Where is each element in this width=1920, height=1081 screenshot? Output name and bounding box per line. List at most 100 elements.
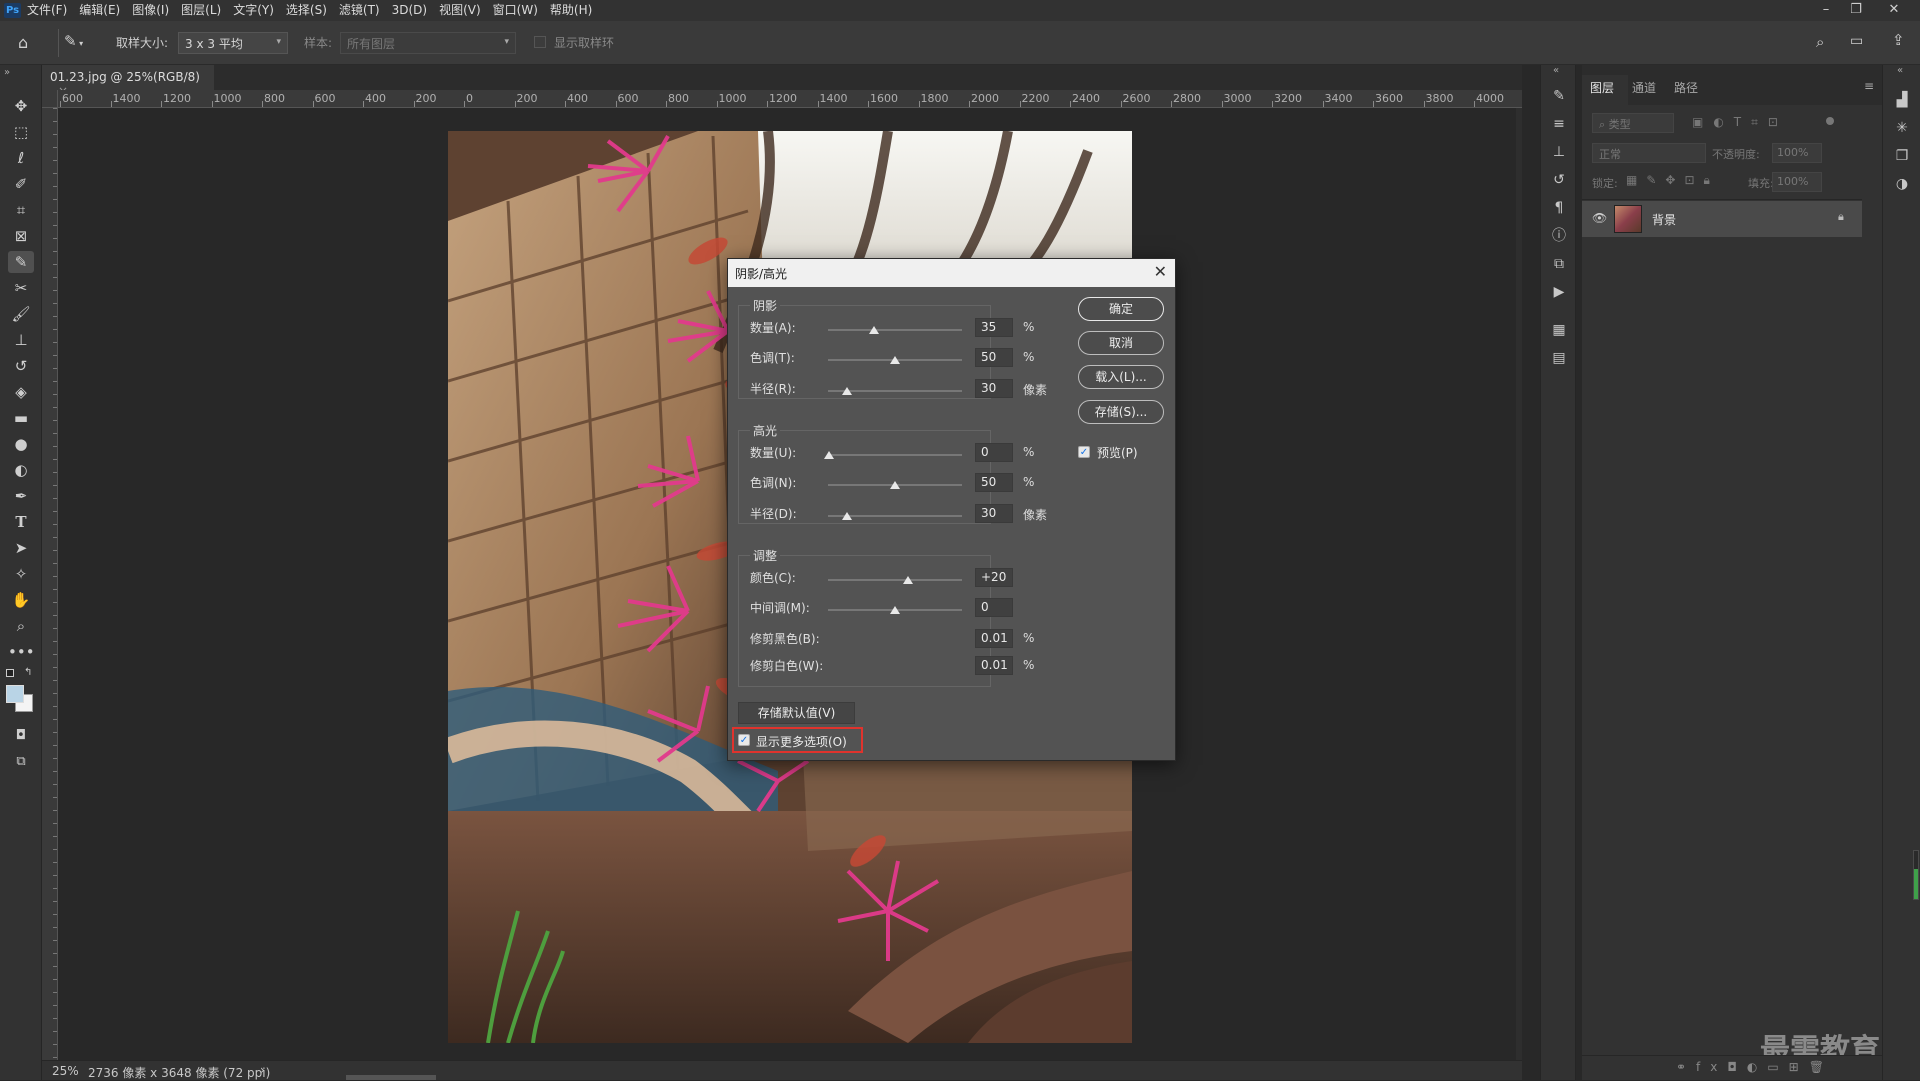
history-icon[interactable]: ↺ [1550,171,1568,189]
menu-view[interactable]: 视图(V) [433,0,487,21]
clone-stamp-tool-icon[interactable]: ⊥ [8,329,34,351]
close-window-icon[interactable]: ✕ [1880,0,1908,21]
zoom-tool-icon[interactable]: ⌕ [8,615,34,637]
blur-tool-icon[interactable]: ● [8,433,34,455]
shadows-tone-input[interactable]: 50 [975,348,1013,367]
fill-input[interactable]: 100% [1772,172,1822,192]
highlights-tone-input[interactable]: 50 [975,473,1013,492]
shadows-radius-slider-thumb[interactable] [842,387,852,395]
eye-icon[interactable]: 👁︎ [1592,211,1607,225]
layer-bottom-toolbar[interactable]: ⚭fx◘◐▭⊞🗑︎ [1582,1055,1882,1080]
hand-tool-icon[interactable]: ✋ [8,589,34,611]
tab-layers[interactable]: 图层 [1590,79,1614,96]
menu-file[interactable]: 文件(F) [21,0,73,21]
ok-button[interactable]: 确定 [1078,297,1164,321]
pen-tool-icon[interactable]: ✒ [8,485,34,507]
screen-mode-icon[interactable]: ⧉ [8,751,34,773]
brush-presets-icon[interactable]: ✎ [1550,87,1568,105]
save-button[interactable]: 存储(S)... [1078,400,1164,424]
shadows-tone-slider-thumb[interactable] [890,356,900,364]
shadows-amount-input[interactable]: 35 [975,318,1013,337]
default-colors-icon[interactable] [6,669,14,677]
panel-menu-icon[interactable]: ≡ [1864,79,1874,93]
info-icon[interactable]: ⓘ [1550,227,1568,245]
menu-edit[interactable]: 编辑(E) [73,0,126,21]
menu-image[interactable]: 图像(I) [126,0,175,21]
share-icon[interactable]: ⇪ [1892,31,1905,49]
layer-comps-icon[interactable]: ❐ [1893,147,1911,165]
quick-select-tool-icon[interactable]: ✐ [8,173,34,195]
highlights-radius-input[interactable]: 30 [975,504,1013,523]
menu-select[interactable]: 选择(S) [280,0,333,21]
filter-toggle-icon[interactable] [1826,117,1834,125]
menu-3d[interactable]: 3D(D) [386,0,433,21]
actions-play-icon[interactable]: ▶ [1550,283,1568,301]
canvas-vertical-scrollbar[interactable] [1516,108,1522,1060]
minimize-icon[interactable]: – [1812,0,1840,21]
quick-mask-icon[interactable]: ◘ [8,725,34,747]
clone-source-icon[interactable]: ⊥ [1550,143,1568,161]
preview-label[interactable]: 预览(P) [1097,444,1138,461]
dialog-close-icon[interactable]: ✕ [1154,262,1167,281]
swap-colors-icon[interactable]: ↰ [24,667,32,678]
collapse-icon[interactable]: « [1553,65,1559,76]
layer-filter-select[interactable]: ⌕ 类型 [1592,113,1674,133]
eyedropper-tool-preset-icon[interactable]: ✎ ▾ [64,32,94,54]
crop-tool-icon[interactable]: ⌗ [8,199,34,221]
more-tools-icon[interactable]: ••• [8,641,35,663]
character-icon[interactable]: ¶ [1550,199,1568,217]
zoom-level[interactable]: 25% [52,1064,79,1078]
color-icon[interactable]: ◑ [1893,175,1911,193]
workspace-icon[interactable]: ▭ [1850,33,1863,49]
collapse-icon[interactable]: » [4,67,10,78]
properties-icon[interactable]: ⧉ [1550,255,1568,273]
eyedropper-tool-icon[interactable]: ✎ [8,251,34,273]
layer-name[interactable]: 背景 [1652,211,1676,228]
highlights-amount-input[interactable]: 0 [975,443,1013,462]
foreground-color-swatch[interactable] [6,685,24,703]
highlights-tone-slider-thumb[interactable] [890,481,900,489]
shadows-amount-slider[interactable] [828,329,962,331]
libraries-icon[interactable]: ▦ [1550,321,1568,339]
midtone-contrast-slider-thumb[interactable] [890,606,900,614]
notes-icon[interactable]: ▤ [1550,349,1568,367]
clip-black-input[interactable]: 0.01 [975,629,1013,648]
marquee-tool-icon[interactable]: ⬚ [8,121,34,143]
sample-select[interactable]: 所有图层 ▾ [340,32,516,54]
healing-tool-icon[interactable]: ✂ [8,277,34,299]
type-tool-icon[interactable]: T [8,511,34,533]
highlights-amount-slider-thumb[interactable] [824,451,834,459]
ruler-vertical[interactable] [42,108,58,1060]
preview-checkbox[interactable]: ✓ [1078,446,1090,458]
lock-icons[interactable]: ▦✎✥⊡🔒︎ [1626,173,1719,188]
layer-filter-icons[interactable]: ▣◐T⌗⊡ [1692,115,1788,130]
ruler-origin[interactable] [42,90,58,108]
collapse-icon[interactable]: « [1897,65,1903,76]
menu-layer[interactable]: 图层(L) [175,0,227,21]
menu-type[interactable]: 文字(Y) [227,0,280,21]
brush-tool-icon[interactable]: 🖌︎ [8,303,34,325]
shadows-amount-slider-thumb[interactable] [869,326,879,334]
shadows-radius-input[interactable]: 30 [975,379,1013,398]
show-ring-checkbox[interactable] [534,36,546,48]
menu-filter[interactable]: 滤镜(T) [333,0,386,21]
tab-paths[interactable]: 路径 [1674,79,1698,96]
highlights-radius-slider-thumb[interactable] [842,512,852,520]
dialog-title-bar[interactable]: 阴影/高光 ✕ [728,259,1175,287]
cancel-button[interactable]: 取消 [1078,331,1164,355]
frame-tool-icon[interactable]: ⊠ [8,225,34,247]
layer-row-background[interactable]: 👁︎ 背景 🔒︎ [1582,201,1862,237]
midtone-contrast-input[interactable]: 0 [975,598,1013,617]
horizontal-scrollbar[interactable] [346,1075,436,1080]
navigator-icon[interactable]: ✳ [1893,119,1911,137]
clip-white-input[interactable]: 0.01 [975,656,1013,675]
highlights-amount-slider[interactable] [828,454,962,456]
color-correction-slider[interactable] [828,579,962,581]
blend-mode-select[interactable]: 正常 [1592,143,1706,163]
shape-tool-icon[interactable]: ✧ [8,563,34,585]
menu-help[interactable]: 帮助(H) [544,0,598,21]
home-icon[interactable]: ⌂ [18,33,38,53]
dodge-tool-icon[interactable]: ◐ [8,459,34,481]
adjustments-icon[interactable]: ≡ [1550,115,1568,133]
save-defaults-button[interactable]: 存储默认值(V) [738,702,855,724]
